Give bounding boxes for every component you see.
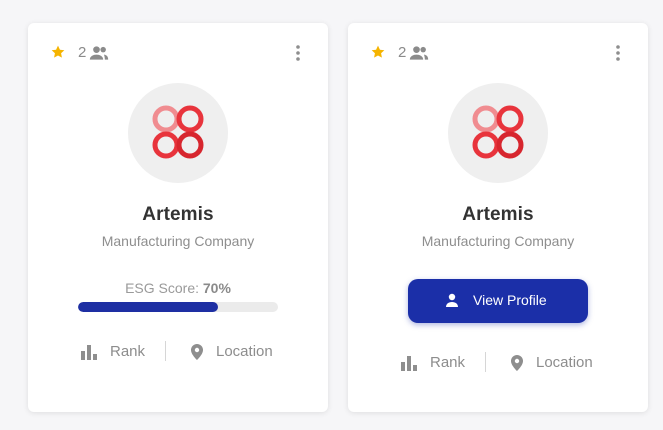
person-icon	[446, 293, 458, 307]
view-profile-label: View Profile	[473, 292, 547, 308]
company-card: 2 Artemis Manufacturing Company View Pro…	[348, 23, 648, 412]
rank-link[interactable]: Rank	[400, 351, 470, 375]
star-icon[interactable]	[50, 44, 66, 60]
card-header: 2	[368, 43, 628, 63]
location-pin-icon	[511, 355, 523, 371]
rank-link[interactable]: Rank	[80, 340, 150, 364]
company-type: Manufacturing Company	[421, 233, 575, 249]
people-icon	[409, 46, 429, 60]
location-label: Location	[216, 343, 273, 360]
esg-progress-bar	[78, 302, 278, 312]
card-footer: Rank Location	[28, 340, 328, 364]
more-vert-icon[interactable]	[614, 43, 622, 63]
rank-label: Rank	[430, 354, 466, 371]
star-icon[interactable]	[370, 44, 386, 60]
esg-score-text: ESG Score:	[125, 280, 199, 296]
card-header: 2	[48, 43, 308, 63]
footer-divider	[485, 352, 486, 372]
card-footer: Rank Location	[348, 351, 648, 375]
company-card: 2 Artemis Manufacturing Company ESG Scor…	[28, 23, 328, 412]
people-icon	[89, 46, 109, 60]
location-pin-icon	[191, 344, 203, 360]
more-vert-icon[interactable]	[294, 43, 302, 63]
artemis-logo	[152, 105, 204, 159]
company-logo	[448, 83, 548, 183]
rank-label: Rank	[110, 343, 146, 360]
esg-score-value: 70%	[202, 280, 231, 296]
member-count: 2	[398, 44, 407, 61]
company-type: Manufacturing Company	[101, 233, 255, 249]
member-count: 2	[78, 44, 87, 61]
company-name: Artemis	[142, 204, 214, 225]
bar-chart-icon	[401, 356, 417, 371]
company-logo	[128, 83, 228, 183]
view-profile-button[interactable]: View Profile	[408, 279, 588, 323]
footer-divider	[165, 341, 166, 361]
location-link[interactable]: Location	[188, 340, 288, 364]
esg-score-label: ESG Score: 70%	[28, 280, 328, 296]
artemis-logo	[472, 105, 524, 159]
location-link[interactable]: Location	[508, 351, 608, 375]
esg-progress-fill	[78, 302, 218, 312]
location-label: Location	[536, 354, 593, 371]
bar-chart-icon	[81, 345, 97, 360]
company-name: Artemis	[462, 204, 534, 225]
